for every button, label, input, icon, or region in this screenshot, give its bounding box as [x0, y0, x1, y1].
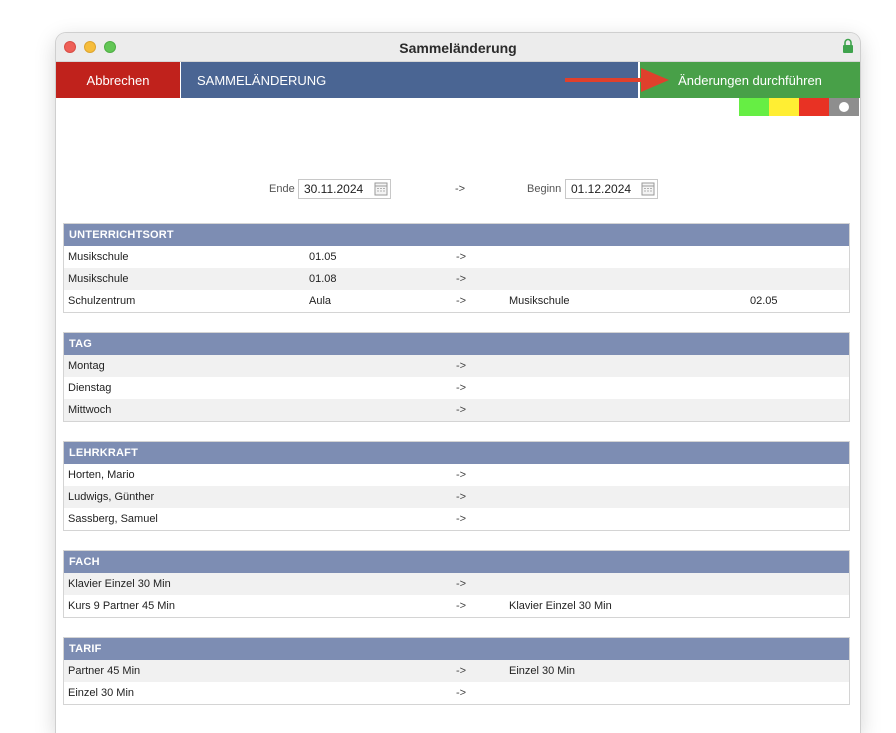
section-unterrichtsort: UNTERRICHTSORT Musikschule 01.05 -> Musi…	[63, 223, 850, 313]
begin-date-field[interactable]: 01.12.2024	[565, 179, 658, 199]
cell-new-value[interactable]: Einzel 30 Min	[509, 665, 575, 677]
cell-arrow: ->	[456, 360, 467, 372]
begin-date-value: 01.12.2024	[571, 182, 632, 196]
table-row[interactable]: Schulzentrum Aula -> Musikschule 02.05	[64, 290, 849, 312]
table-row[interactable]: Klavier Einzel 30 Min ->	[64, 573, 849, 595]
section-header: FACH	[64, 551, 849, 573]
cell-arrow: ->	[456, 600, 467, 612]
cell-old-value: Partner 45 Min	[68, 665, 141, 677]
lock-icon	[843, 38, 853, 53]
table-row[interactable]: Dienstag ->	[64, 377, 849, 399]
swatch-red[interactable]	[799, 98, 829, 116]
window-title: Sammeländerung	[399, 40, 517, 56]
action-toolbar: Abbrechen SAMMELÄNDERUNG Änderungen durc…	[56, 62, 860, 98]
end-date-label: Ende	[269, 183, 295, 195]
cancel-button[interactable]: Abbrechen	[56, 62, 180, 98]
cell-new-value[interactable]: Musikschule	[509, 295, 570, 307]
cell-arrow: ->	[456, 251, 467, 263]
table-row[interactable]: Musikschule 01.08 ->	[64, 268, 849, 290]
date-arrow: ->	[455, 183, 466, 195]
cell-arrow: ->	[456, 687, 467, 699]
arrow-right-icon	[565, 68, 669, 92]
calendar-icon[interactable]	[374, 182, 388, 196]
status-color-swatches	[739, 98, 859, 116]
cell-old-value: Musikschule	[68, 273, 129, 285]
section-header: TARIF	[64, 638, 849, 660]
cell-old-value: Musikschule	[68, 251, 129, 263]
table-row[interactable]: Einzel 30 Min ->	[64, 682, 849, 704]
section-fach: FACH Klavier Einzel 30 Min -> Kurs 9 Par…	[63, 550, 850, 618]
date-range-row: Ende 30.11.2024 -> Beginn 01.12.2024	[56, 178, 860, 200]
section-tag: TAG Montag -> Dienstag -> Mittwoch ->	[63, 332, 850, 422]
cell-arrow: ->	[456, 578, 467, 590]
cell-old-value: Mittwoch	[68, 404, 112, 416]
table-row[interactable]: Ludwigs, Günther ->	[64, 486, 849, 508]
cell-arrow: ->	[456, 491, 467, 503]
cell-old-detail: Aula	[309, 295, 332, 307]
cell-arrow: ->	[456, 404, 467, 416]
table-row[interactable]: Musikschule 01.05 ->	[64, 246, 849, 268]
cell-old-value: Schulzentrum	[68, 295, 136, 307]
cell-new-detail[interactable]: 02.05	[750, 295, 778, 307]
section-header: LEHRKRAFT	[64, 442, 849, 464]
table-row[interactable]: Partner 45 Min -> Einzel 30 Min	[64, 660, 849, 682]
swatch-gray[interactable]	[829, 98, 859, 116]
cell-arrow: ->	[456, 469, 467, 481]
swatch-yellow[interactable]	[769, 98, 799, 116]
cell-old-value: Einzel 30 Min	[68, 687, 135, 699]
cell-old-value: Ludwigs, Günther	[68, 491, 155, 503]
cell-arrow: ->	[456, 273, 467, 285]
cell-new-value[interactable]: Klavier Einzel 30 Min	[509, 600, 612, 612]
execute-changes-button[interactable]: Änderungen durchführen	[639, 62, 860, 98]
swatch-green[interactable]	[739, 98, 769, 116]
section-tarif: TARIF Partner 45 Min -> Einzel 30 Min Ei…	[63, 637, 850, 705]
end-date-value: 30.11.2024	[304, 182, 364, 196]
cell-old-value: Dienstag	[68, 382, 112, 394]
cell-old-value: Sassberg, Samuel	[68, 513, 158, 525]
table-row[interactable]: Kurs 9 Partner 45 Min -> Klavier Einzel …	[64, 595, 849, 617]
cell-arrow: ->	[456, 295, 467, 307]
table-row[interactable]: Montag ->	[64, 355, 849, 377]
cell-arrow: ->	[456, 513, 467, 525]
table-row[interactable]: Sassberg, Samuel ->	[64, 508, 849, 530]
app-window: Sammeländerung Abbrechen SAMMELÄNDERUNG …	[56, 33, 860, 733]
section-header: UNTERRICHTSORT	[64, 224, 849, 246]
cell-old-value: Horten, Mario	[68, 469, 135, 481]
title-bar: Sammeländerung	[56, 33, 860, 62]
cell-old-value: Klavier Einzel 30 Min	[68, 578, 171, 590]
cell-arrow: ->	[456, 382, 467, 394]
calendar-icon[interactable]	[641, 182, 655, 196]
cell-arrow: ->	[456, 665, 467, 677]
section-lehrkraft: LEHRKRAFT Horten, Mario -> Ludwigs, Günt…	[63, 441, 850, 531]
cell-old-value: Montag	[68, 360, 105, 372]
table-row[interactable]: Mittwoch ->	[64, 399, 849, 421]
begin-date-label: Beginn	[527, 183, 562, 195]
cell-old-detail: 01.08	[309, 273, 337, 285]
cell-old-value: Kurs 9 Partner 45 Min	[68, 600, 175, 612]
table-row[interactable]: Horten, Mario ->	[64, 464, 849, 486]
end-date-field[interactable]: 30.11.2024	[298, 179, 391, 199]
section-header: TAG	[64, 333, 849, 355]
cell-old-detail: 01.05	[309, 251, 337, 263]
